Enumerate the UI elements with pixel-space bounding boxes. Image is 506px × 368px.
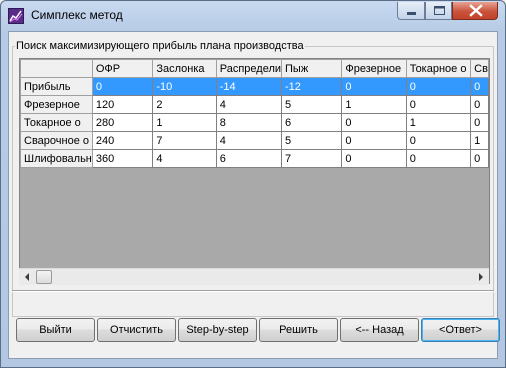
table-cell[interactable]: 1 xyxy=(405,113,472,132)
maximize-button[interactable] xyxy=(425,2,452,20)
column-header[interactable]: Св xyxy=(470,59,489,78)
table-cell[interactable]: 7 xyxy=(281,149,343,168)
column-header[interactable]: Распредели xyxy=(215,59,283,78)
header-row: ОФР Заслонка Распредели Пыж Фрезерное То… xyxy=(20,59,489,78)
simplex-table[interactable]: ОФР Заслонка Распредели Пыж Фрезерное То… xyxy=(19,58,490,284)
table-cell[interactable]: 4 xyxy=(215,131,283,150)
table-row: Шлифовальн 360 4 6 7 0 0 0 xyxy=(20,149,489,168)
table-cell[interactable]: 0 xyxy=(405,95,472,114)
row-header[interactable]: Токарное о xyxy=(20,113,93,132)
table-cell[interactable]: 0 xyxy=(341,131,407,150)
close-icon xyxy=(469,4,483,17)
table-cell[interactable]: 0 xyxy=(341,77,407,96)
client-area: Поиск максимизирующего прибыль плана про… xyxy=(8,31,500,359)
clear-button[interactable]: Отчистить xyxy=(97,318,176,342)
table-cell[interactable]: 5 xyxy=(281,95,343,114)
chart-line-icon xyxy=(8,8,24,24)
table-cell[interactable]: 6 xyxy=(215,149,283,168)
table-cell[interactable]: 0 xyxy=(470,95,489,114)
horizontal-scrollbar[interactable] xyxy=(19,268,489,285)
column-header[interactable]: Заслонка xyxy=(152,59,217,78)
table-cell[interactable]: 0 xyxy=(341,113,407,132)
table-cell[interactable]: 0 xyxy=(405,131,472,150)
table-cell[interactable]: 2 xyxy=(152,95,217,114)
answer-button[interactable]: <Ответ> xyxy=(421,318,500,342)
maximize-icon xyxy=(434,6,445,15)
corner-cell xyxy=(20,59,93,78)
simplex-window: Симплекс метод Поиск максимизирующего пр… xyxy=(0,0,506,368)
table-cell[interactable]: 8 xyxy=(215,113,283,132)
table-cell[interactable]: 5 xyxy=(281,131,343,150)
table-cell[interactable]: 120 xyxy=(91,95,154,114)
table-cell[interactable]: 0 xyxy=(470,149,489,168)
table-cell[interactable]: 4 xyxy=(215,95,283,114)
table-cell[interactable]: 1 xyxy=(341,95,407,114)
table-cell[interactable]: 0 xyxy=(470,113,489,132)
minimize-icon xyxy=(407,12,416,15)
column-header[interactable]: Токарное о xyxy=(405,59,472,78)
table-cell[interactable]: 7 xyxy=(152,131,217,150)
column-header[interactable]: ОФР xyxy=(91,59,154,78)
table-cell[interactable]: 1 xyxy=(152,113,217,132)
table-cell[interactable]: 0 xyxy=(470,77,489,96)
solve-button[interactable]: Решить xyxy=(259,318,338,342)
table-row: Сварочное о 240 7 4 5 0 0 1 xyxy=(20,131,489,150)
table-cell[interactable]: -14 xyxy=(215,77,283,96)
back-button[interactable]: <-- Назад xyxy=(340,318,419,342)
table-cell[interactable]: 280 xyxy=(91,113,154,132)
table-cell[interactable]: 0 xyxy=(341,149,407,168)
chevron-left-icon[interactable] xyxy=(19,269,36,285)
table-row: Токарное о 280 1 8 6 0 1 0 xyxy=(20,113,489,132)
table-row: Прибыль 0 -10 -14 -12 0 0 0 xyxy=(20,77,489,96)
table-row: Фрезерное 120 2 4 5 1 0 0 xyxy=(20,95,489,114)
table-cell[interactable]: -12 xyxy=(281,77,343,96)
table-cell[interactable]: 6 xyxy=(281,113,343,132)
table-cell[interactable]: 0 xyxy=(405,149,472,168)
data-grid: ОФР Заслонка Распредели Пыж Фрезерное То… xyxy=(20,59,489,168)
column-header[interactable]: Пыж xyxy=(281,59,343,78)
window-title: Симплекс метод xyxy=(31,8,123,22)
table-cell[interactable]: 0 xyxy=(405,77,472,96)
divider xyxy=(12,290,494,292)
row-header[interactable]: Сварочное о xyxy=(20,131,93,150)
exit-button[interactable]: Выйти xyxy=(16,318,95,342)
row-header[interactable]: Шлифовальн xyxy=(20,149,93,168)
minimize-button[interactable] xyxy=(397,2,425,20)
table-cell[interactable]: 1 xyxy=(470,131,489,150)
row-header[interactable]: Фрезерное xyxy=(20,95,93,114)
row-header[interactable]: Прибыль xyxy=(20,77,93,96)
step-by-step-button[interactable]: Step-by-step xyxy=(178,318,257,342)
answer-button-label: <Ответ> xyxy=(439,324,482,336)
group-title: Поиск максимизирующего прибыль плана про… xyxy=(15,40,305,52)
column-header[interactable]: Фрезерное xyxy=(341,59,407,78)
title-bar[interactable]: Симплекс метод xyxy=(1,1,505,31)
table-cell[interactable]: 4 xyxy=(152,149,217,168)
chevron-right-icon[interactable] xyxy=(472,269,489,285)
close-button[interactable] xyxy=(452,2,498,20)
table-cell[interactable]: 240 xyxy=(91,131,154,150)
table-cell[interactable]: -10 xyxy=(152,77,217,96)
table-cell[interactable]: 0 xyxy=(91,77,154,96)
table-cell[interactable]: 360 xyxy=(91,149,154,168)
scrollbar-thumb[interactable] xyxy=(36,270,52,284)
